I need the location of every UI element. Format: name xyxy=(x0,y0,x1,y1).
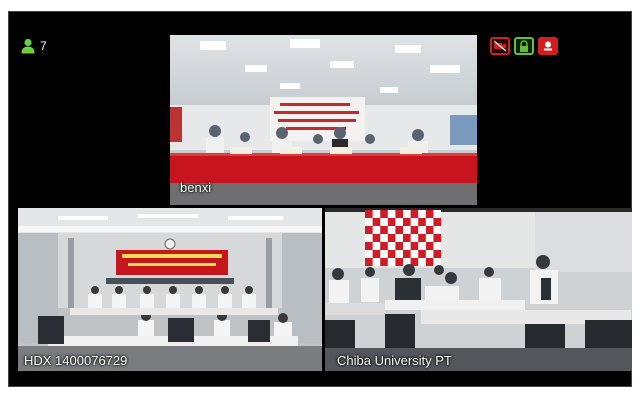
participant-name-chiba: Chiba University PT xyxy=(337,353,452,368)
camera-off-icon[interactable] xyxy=(490,37,510,55)
video-feed-hdx xyxy=(18,208,322,371)
video-feed-chiba xyxy=(325,208,632,371)
video-tile-chiba[interactable]: Chiba University PT xyxy=(325,208,632,371)
record-icon[interactable] xyxy=(538,37,558,55)
video-tile-hdx[interactable]: HDX 1400076729 xyxy=(18,208,322,371)
participant-name-hdx: HDX 1400076729 xyxy=(24,353,128,368)
lock-icon[interactable] xyxy=(514,37,534,55)
person-icon xyxy=(21,38,35,54)
participant-count[interactable]: 7 xyxy=(20,38,47,54)
video-tile-benxi[interactable]: benxi xyxy=(170,35,477,205)
participant-name-benxi: benxi xyxy=(180,180,212,195)
call-controls xyxy=(490,37,558,55)
participant-count-value: 7 xyxy=(40,39,47,53)
video-feed-benxi xyxy=(170,35,477,205)
